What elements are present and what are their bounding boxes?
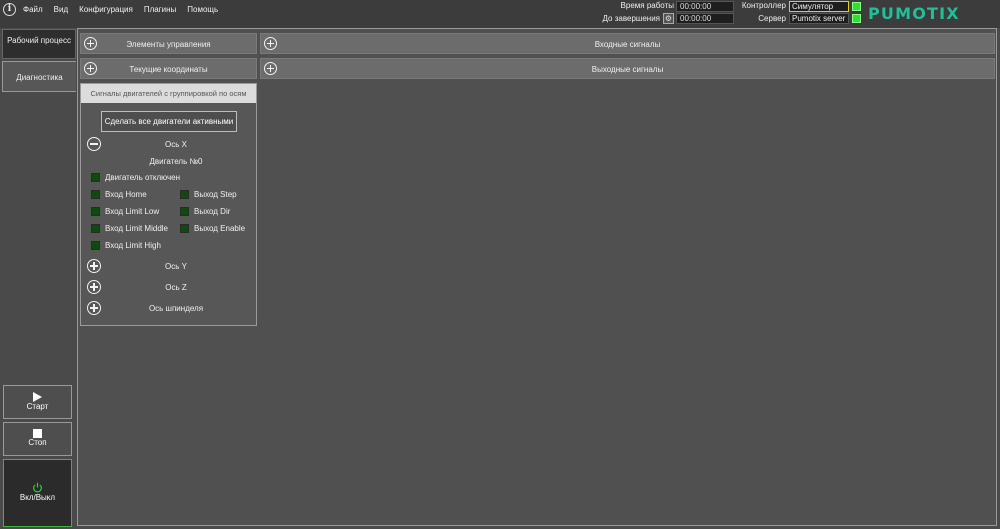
axis-spindle-label: Ось шпинделя bbox=[148, 304, 204, 313]
section-outputs[interactable]: Выходные сигналы bbox=[260, 58, 995, 79]
expand-plus-icon[interactable] bbox=[87, 301, 101, 315]
info-icon[interactable]: i bbox=[3, 3, 16, 16]
signal-led bbox=[91, 224, 100, 233]
to-finish-value: 00:00:00 bbox=[676, 13, 734, 24]
stop-button[interactable]: Стоп bbox=[3, 422, 72, 456]
signal-led bbox=[180, 224, 189, 233]
signal-led bbox=[91, 207, 100, 216]
controller-status-led bbox=[852, 2, 861, 11]
start-label: Старт bbox=[26, 402, 49, 411]
section-inputs[interactable]: Входные сигналы bbox=[260, 33, 995, 54]
tab-workflow[interactable]: Рабочий процесс bbox=[2, 29, 76, 59]
axis-y-label: Ось Y bbox=[165, 262, 187, 271]
section-coords-label: Текущие координаты bbox=[129, 65, 208, 74]
power-button[interactable]: Вкл/Выкл bbox=[3, 459, 72, 527]
signal-label: Вход Limit High bbox=[105, 241, 161, 250]
signal-limit-low: Вход Limit Low bbox=[91, 207, 159, 216]
signal-label: Выход Enable bbox=[194, 224, 246, 233]
axis-z-label: Ось Z bbox=[165, 283, 187, 292]
section-controls-label: Элементы управления bbox=[126, 40, 211, 49]
to-finish-label: До завершения bbox=[602, 14, 660, 23]
signal-label: Выход Dir bbox=[194, 207, 231, 216]
power-icon bbox=[33, 482, 42, 493]
server-status-led bbox=[852, 14, 861, 23]
section-inputs-label: Входные сигналы bbox=[594, 40, 661, 49]
menu-view[interactable]: Вид bbox=[54, 5, 68, 14]
tab-diagnostics[interactable]: Диагностика bbox=[2, 61, 76, 92]
motor-title: Двигатель №0 bbox=[149, 157, 203, 166]
signal-dir: Выход Dir bbox=[180, 207, 230, 216]
menu-file[interactable]: Файл bbox=[23, 5, 43, 14]
menu-config[interactable]: Конфигурация bbox=[79, 5, 133, 14]
signal-led bbox=[91, 190, 100, 199]
signal-enable: Выход Enable bbox=[180, 224, 245, 233]
server-label: Сервер bbox=[758, 14, 786, 23]
motor-signals-panel: Сигналы двигателей с группировкой по ося… bbox=[80, 83, 257, 326]
sidebar: Рабочий процесс Диагностика Старт Стоп В… bbox=[0, 28, 76, 529]
stop-label: Стоп bbox=[28, 438, 47, 447]
section-controls[interactable]: Элементы управления bbox=[80, 33, 257, 54]
gear-icon[interactable]: ⚙ bbox=[663, 13, 674, 24]
tab-workflow-label: Рабочий процесс bbox=[7, 36, 71, 45]
expand-plus-icon[interactable] bbox=[87, 280, 101, 294]
collapse-minus-icon[interactable] bbox=[87, 137, 101, 151]
tab-diagnostics-label: Диагностика bbox=[16, 73, 63, 82]
logo-text: PUMOTIX bbox=[868, 4, 960, 23]
signal-led bbox=[180, 190, 189, 199]
signal-label: Вход Home bbox=[105, 190, 147, 199]
controller-select[interactable]: Симулятор bbox=[789, 1, 849, 12]
panel-title: Сигналы двигателей с группировкой по ося… bbox=[81, 84, 256, 103]
signal-led bbox=[91, 241, 100, 250]
make-all-active-button[interactable]: Сделать все двигатели активными bbox=[101, 111, 237, 132]
menu-plugins[interactable]: Плагины bbox=[144, 5, 176, 14]
stop-icon bbox=[33, 429, 42, 438]
axis-x-label: Ось X bbox=[165, 140, 187, 149]
motor-disabled-indicator: Двигатель отключен bbox=[91, 173, 180, 182]
signal-label: Вход Limit Middle bbox=[105, 224, 168, 233]
server-select[interactable]: Pumotix server bbox=[789, 13, 849, 24]
controller-label: Контроллер bbox=[741, 1, 786, 10]
power-label: Вкл/Выкл bbox=[19, 493, 56, 502]
top-bar: i Файл Вид Конфигурация Плагины Помощь В… bbox=[0, 0, 1000, 28]
signal-led bbox=[91, 173, 100, 182]
signal-label: Выход Step bbox=[194, 190, 237, 199]
signal-led bbox=[180, 207, 189, 216]
section-outputs-label: Выходные сигналы bbox=[591, 65, 664, 74]
signal-limit-middle: Вход Limit Middle bbox=[91, 224, 168, 233]
signal-label: Двигатель отключен bbox=[105, 173, 181, 182]
signal-limit-high: Вход Limit High bbox=[91, 241, 161, 250]
signal-home: Вход Home bbox=[91, 190, 147, 199]
main-menu: Файл Вид Конфигурация Плагины Помощь bbox=[23, 5, 229, 14]
start-button[interactable]: Старт bbox=[3, 385, 72, 419]
play-icon bbox=[33, 392, 42, 402]
expand-plus-icon[interactable] bbox=[87, 259, 101, 273]
section-coords[interactable]: Текущие координаты bbox=[80, 58, 257, 79]
signal-step: Выход Step bbox=[180, 190, 237, 199]
work-time-value: 00:00:00 bbox=[676, 1, 734, 12]
menu-help[interactable]: Помощь bbox=[187, 5, 218, 14]
signal-label: Вход Limit Low bbox=[105, 207, 160, 216]
pumotix-logo: PUMOTIX bbox=[868, 4, 960, 23]
work-time-label: Время работы bbox=[620, 1, 674, 10]
